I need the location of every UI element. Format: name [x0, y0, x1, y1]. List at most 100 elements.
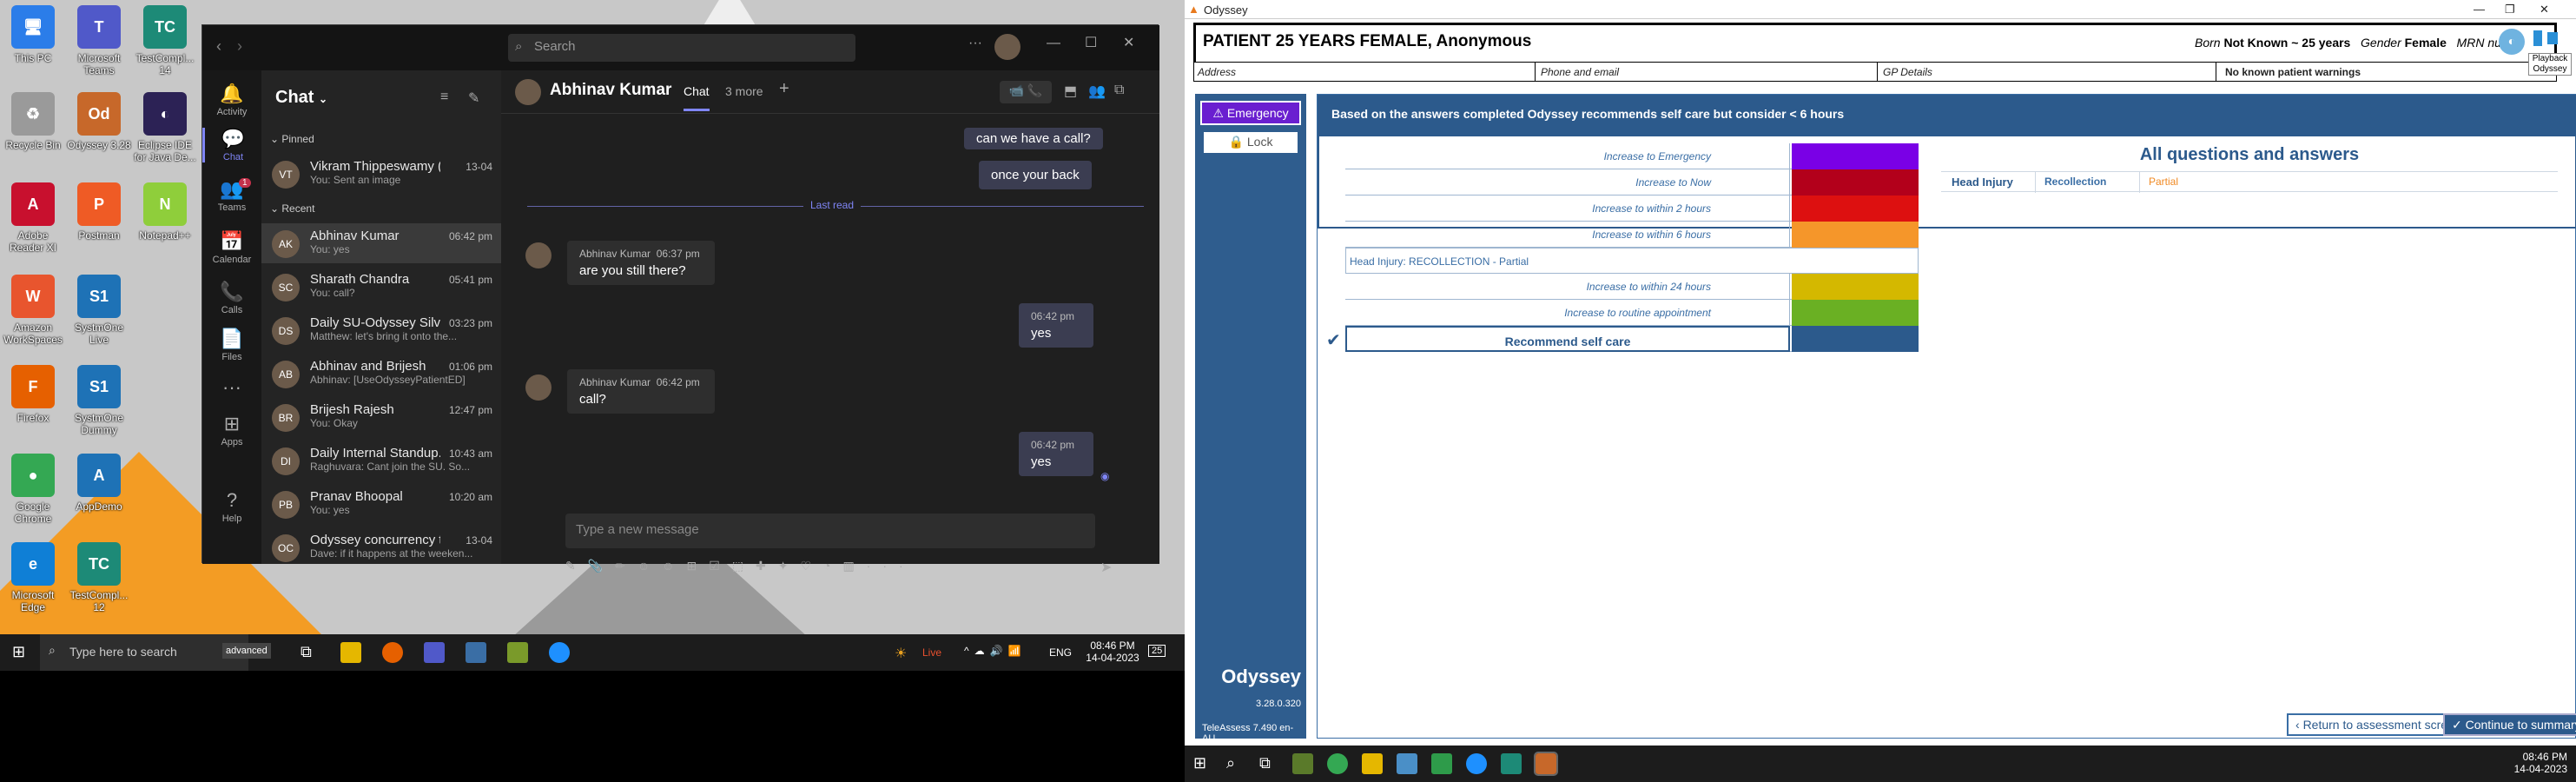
chrome-icon[interactable]: [1327, 753, 1348, 774]
message-bubble[interactable]: can we have a call?: [964, 128, 1103, 149]
message-compose-input[interactable]: Type a new message: [565, 514, 1095, 548]
recent-header[interactable]: ⌄ Recent: [270, 202, 314, 215]
message-bubble[interactable]: Abhinav Kumar 06:37 pm are you still the…: [567, 241, 715, 285]
pause-icon[interactable]: [2533, 30, 2542, 46]
notepad-icon[interactable]: [1431, 753, 1452, 774]
triage-row[interactable]: Increase to within 6 hours: [1345, 222, 1919, 248]
ie-icon[interactable]: [549, 642, 570, 663]
gp-field[interactable]: GP Details: [1877, 63, 1938, 82]
forward-icon[interactable]: ›: [237, 37, 242, 56]
search-icon[interactable]: ⌕: [1226, 754, 1235, 772]
filter-icon[interactable]: ≡: [440, 89, 448, 105]
desktop-icon[interactable]: W Amazon WorkSpaces: [0, 275, 66, 346]
start-icon[interactable]: ⊞: [12, 643, 25, 661]
desktop-icon[interactable]: ◐ Eclipse IDE for Java De...: [132, 92, 198, 163]
window-icon[interactable]: [1397, 753, 1417, 774]
message-bubble[interactable]: Abhinav Kumar 06:42 pm call?: [567, 369, 715, 414]
tab-chat[interactable]: Chat: [684, 84, 710, 111]
window-icon[interactable]: [466, 642, 486, 663]
lock-button[interactable]: 🔒 Lock: [1204, 132, 1298, 153]
file-explorer-icon[interactable]: [340, 642, 361, 663]
desktop-icon[interactable]: S1 SystmOne Dummy: [66, 365, 132, 436]
new-chat-icon[interactable]: ✎: [468, 89, 479, 107]
qa-row[interactable]: Head Injury Recollection Partial: [1941, 171, 2558, 193]
minimize-icon[interactable]: —: [2474, 3, 2485, 16]
testcomplete-icon[interactable]: [1501, 753, 1522, 774]
chat-list-item[interactable]: DS Daily SU-Odyssey Silver Matthew: let's …: [261, 310, 501, 350]
chat-list-item[interactable]: AB Abhinav and Brijesh Abhinav: [UseOdysse…: [261, 354, 501, 394]
notification-count[interactable]: 25: [1148, 645, 1166, 657]
tray-icons[interactable]: ^☁🔊📶: [964, 645, 1027, 657]
ie-icon[interactable]: [1466, 753, 1487, 774]
file-explorer-icon[interactable]: [1362, 753, 1383, 774]
rail-item[interactable]: 💬 Chat: [202, 128, 261, 162]
more-icon[interactable]: ···: [968, 36, 982, 51]
screen-share-icon[interactable]: ⬒: [1064, 83, 1077, 100]
triage-row[interactable]: Increase to Now: [1345, 169, 1919, 196]
desktop-icon[interactable]: Od Odyssey 3.28: [66, 92, 132, 151]
compose-toolbar[interactable]: ✎📎✏☺☺⊞☑⬚✚✦♡◔▥···: [565, 559, 1121, 573]
triage-row[interactable]: Increase to within 2 hours: [1345, 196, 1919, 222]
desktop-icon[interactable]: ● Google Chrome: [0, 454, 66, 525]
desktop-icon[interactable]: TC TestCompl... 12: [66, 542, 132, 613]
message-bubble[interactable]: 06:42 pm yes: [1019, 432, 1093, 476]
rail-item[interactable]: 👥 Teams: [202, 178, 261, 213]
tool-icon[interactable]: [1292, 753, 1313, 774]
chat-list-item[interactable]: OC Odyssey concurrency tes...Dave: if it …: [261, 527, 501, 567]
taskbar-search-input[interactable]: ⌕ Type here to search: [40, 634, 248, 671]
chevron-down-icon[interactable]: ⌄: [319, 93, 327, 105]
back-icon[interactable]: ‹: [216, 37, 221, 56]
triage-row[interactable]: Increase to routine appointment: [1345, 300, 1919, 326]
address-field[interactable]: Address: [1198, 66, 1236, 78]
tool-icon[interactable]: [507, 642, 528, 663]
chat-list-header[interactable]: Chat: [275, 88, 314, 107]
chat-list-item[interactable]: SC Sharath Chandra You: call? 05:41 pm: [261, 267, 501, 307]
rail-item[interactable]: 📅 Calendar: [202, 230, 261, 265]
triage-row[interactable]: Recommend self care: [1345, 326, 1919, 352]
stop-icon[interactable]: [2547, 32, 2558, 44]
call-buttons[interactable]: 📹 📞: [1000, 81, 1052, 103]
close-icon[interactable]: ✕: [1123, 34, 1134, 51]
firefox-icon[interactable]: [382, 642, 403, 663]
desktop-icon[interactable]: e Microsoft Edge: [0, 542, 66, 613]
language-indicator[interactable]: ENG: [1049, 646, 1072, 659]
desktop-icon[interactable]: TC TestCompl... 14: [132, 5, 198, 76]
weather-icon[interactable]: ☀: [895, 645, 907, 662]
odyssey-taskbar-icon[interactable]: [1534, 752, 1558, 776]
chat-list-item[interactable]: DI Daily Internal Standup... Raghuvara: Ca…: [261, 441, 501, 480]
rail-item[interactable]: 📄 Files: [202, 328, 261, 362]
chat-list-item[interactable]: PB Pranav Bhoopal You: yes 10:20 am: [261, 484, 501, 524]
rail-item[interactable]: ···: [202, 376, 261, 401]
desktop-icon[interactable]: A Adobe Reader XI: [0, 182, 66, 254]
message-bubble[interactable]: 06:42 pm yes: [1019, 303, 1093, 348]
desktop-icon[interactable]: ♻ Recycle Bin: [0, 92, 66, 151]
people-icon[interactable]: 👥: [1088, 83, 1106, 100]
clock[interactable]: 08:46 PM 14-04-2023: [2505, 751, 2567, 775]
teams-icon[interactable]: [424, 642, 445, 663]
maximize-icon[interactable]: ☐: [1085, 34, 1097, 51]
desktop-icon[interactable]: T Microsoft Teams: [66, 5, 132, 76]
odyssey-float-icon[interactable]: ◐: [2499, 29, 2525, 55]
rail-item[interactable]: ? Help: [202, 489, 261, 524]
desktop-icon[interactable]: N Notepad++: [132, 182, 198, 242]
popout-icon[interactable]: ⧉: [1114, 83, 1124, 98]
rail-item[interactable]: 📞 Calls: [202, 281, 261, 315]
triage-row[interactable]: Increase to within 24 hours: [1345, 274, 1919, 300]
rail-item[interactable]: 🔔 Activity: [202, 83, 261, 117]
task-view-icon[interactable]: ⧉: [1259, 754, 1271, 772]
close-icon[interactable]: ✕: [2540, 3, 2549, 17]
weather-label[interactable]: Live: [922, 646, 941, 659]
desktop-icon[interactable]: S1 SystmOne Live: [66, 275, 132, 346]
chat-list-item[interactable]: BR Brijesh Rajesh You: Okay 12:47 pm: [261, 397, 501, 437]
desktop-icon[interactable]: F Firefox: [0, 365, 66, 424]
rail-item[interactable]: ⊞ Apps: [202, 413, 261, 447]
pinned-header[interactable]: ⌄ Pinned: [270, 133, 314, 145]
minimize-icon[interactable]: —: [1047, 36, 1060, 51]
task-view-icon[interactable]: ⧉: [301, 643, 312, 661]
continue-button[interactable]: ✓ Continue to summary screen: [2443, 713, 2576, 736]
avatar[interactable]: [994, 34, 1020, 60]
desktop-icon[interactable]: A AppDemo: [66, 454, 132, 513]
triage-row[interactable]: Increase to Emergency: [1345, 143, 1919, 169]
chat-list-item[interactable]: AK Abhinav Kumar You: yes 06:42 pm: [261, 223, 501, 263]
start-icon[interactable]: ⊞: [1193, 754, 1206, 772]
